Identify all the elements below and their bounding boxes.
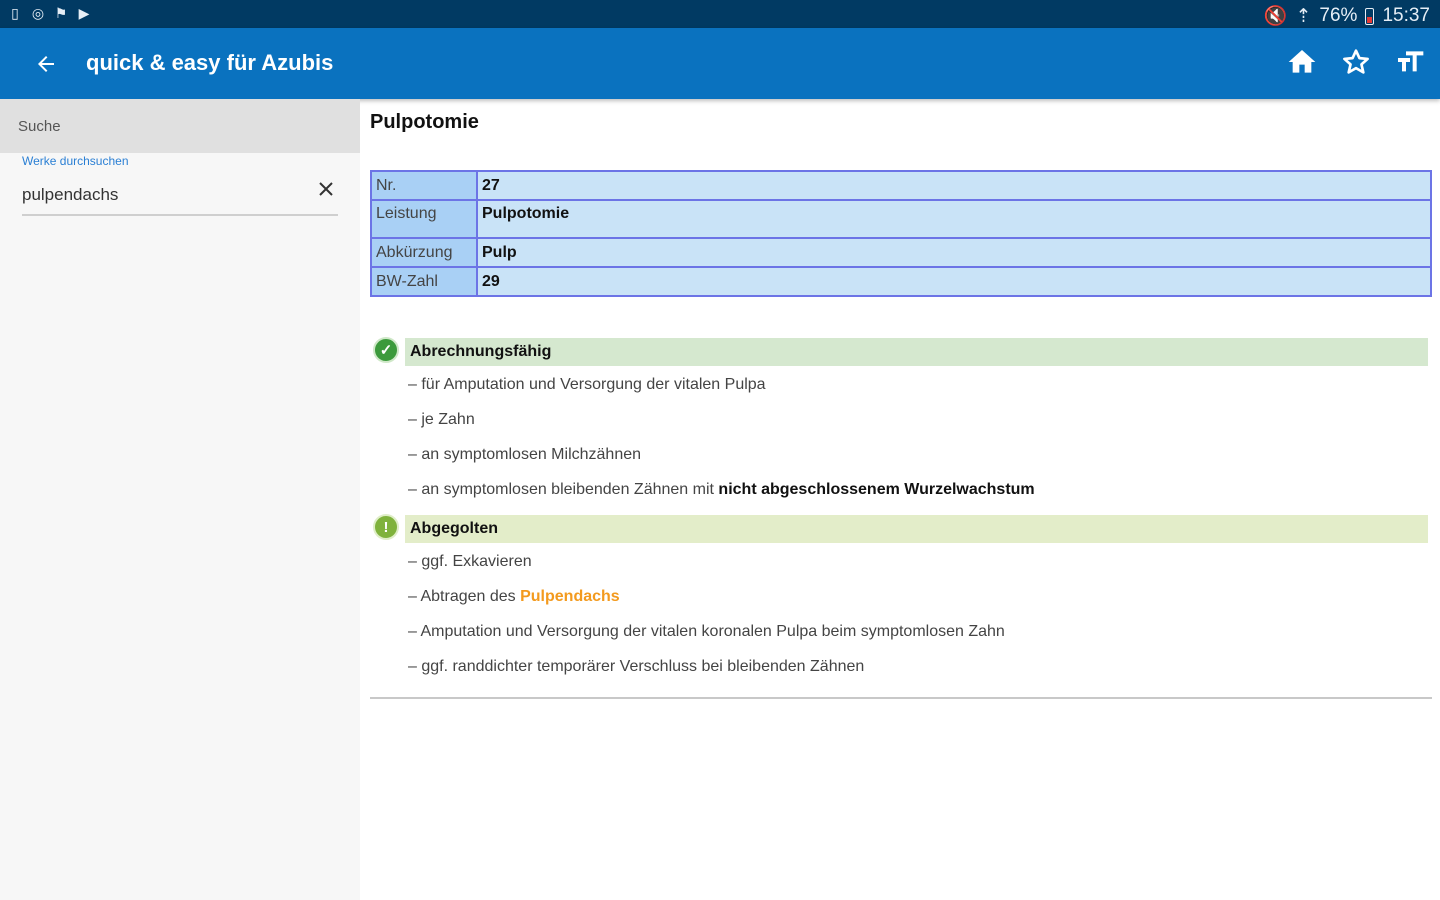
- list-item: – ggf. randdichter temporärer Verschluss…: [408, 658, 865, 675]
- back-button[interactable]: [28, 46, 64, 82]
- list-item: – je Zahn: [408, 411, 475, 428]
- wifi-icon: ⇡: [1295, 5, 1312, 27]
- sidebar: Suche Werke durchsuchen: [0, 99, 360, 900]
- search-field-label: Werke durchsuchen: [22, 154, 129, 168]
- table-value: 29: [476, 266, 1432, 297]
- billable-section: ✓ Abrechnungsfähig – für Amputation und …: [370, 337, 1430, 507]
- flag-icon: ⚑: [54, 5, 68, 21]
- info-icon: !: [373, 514, 399, 540]
- arrow-left-icon: [38, 56, 54, 72]
- text-size-button[interactable]: [1392, 44, 1428, 80]
- main-content: Pulpotomie Nr. 27 Leistung Pulpotomie Ab…: [370, 99, 1432, 900]
- battery-icon: [1365, 7, 1375, 25]
- star-icon: [1343, 49, 1369, 74]
- home-button[interactable]: [1284, 44, 1320, 80]
- list-item: – Amputation und Versorgung der vitalen …: [408, 623, 1005, 640]
- info-table: Nr. 27 Leistung Pulpotomie Abkürzung Pul…: [370, 170, 1432, 297]
- covered-heading: Abgegolten: [405, 515, 1428, 543]
- table-value: Pulp: [476, 237, 1432, 268]
- table-row: Leistung Pulpotomie: [370, 199, 1432, 239]
- table-row: Nr. 27: [370, 170, 1432, 201]
- favorite-button[interactable]: [1338, 44, 1374, 80]
- app-title: quick & easy für Azubis: [86, 50, 334, 75]
- clear-search-button[interactable]: [312, 175, 340, 203]
- table-key: Leistung: [370, 199, 478, 239]
- list-item: – ggf. Exkavieren: [408, 553, 532, 570]
- divider: [370, 697, 1432, 699]
- search-input[interactable]: [22, 182, 338, 216]
- circle-icon: ◎: [31, 5, 45, 21]
- page-title: Pulpotomie: [370, 111, 479, 133]
- list-item: – für Amputation und Versorgung der vita…: [408, 376, 766, 393]
- sim-icon: ▯: [11, 5, 19, 21]
- table-key: Nr.: [370, 170, 478, 201]
- table-value: Pulpotomie: [476, 199, 1432, 239]
- table-key: BW-Zahl: [370, 266, 478, 297]
- billable-heading: Abrechnungsfähig: [405, 338, 1428, 366]
- search-highlight: Pulpendachs: [520, 588, 620, 605]
- status-icons-right: 🔇 ⇡ 76% 15:37: [1264, 4, 1430, 28]
- search-header: Suche: [0, 99, 360, 153]
- mute-icon: 🔇: [1263, 6, 1288, 27]
- table-value: 27: [476, 170, 1432, 201]
- table-key: Abkürzung: [370, 237, 478, 268]
- home-icon: [1288, 50, 1316, 73]
- status-icons-left: ▯ ◎ ⚑ ▶: [8, 5, 91, 21]
- table-row: Abkürzung Pulp: [370, 237, 1432, 268]
- app-bar: quick & easy für Azubis: [0, 28, 1440, 99]
- play-icon: ▶: [78, 5, 90, 21]
- covered-section: ! Abgegolten – ggf. Exkavieren – Abtrage…: [370, 514, 1430, 684]
- text-size-icon: [1398, 51, 1424, 72]
- status-bar: ▯ ◎ ⚑ ▶ 🔇 ⇡ 76% 15:37: [0, 0, 1440, 28]
- check-icon: ✓: [373, 337, 399, 363]
- battery-percent: 76%: [1319, 5, 1358, 26]
- close-icon: [319, 182, 333, 196]
- list-item: – Abtragen des Pulpendachs: [408, 588, 620, 605]
- table-row: BW-Zahl 29: [370, 266, 1432, 297]
- list-item: – an symptomlosen Milchzähnen: [408, 446, 642, 463]
- clock: 15:37: [1382, 5, 1430, 26]
- list-item: – an symptomlosen bleibenden Zähnen mit …: [408, 481, 1035, 498]
